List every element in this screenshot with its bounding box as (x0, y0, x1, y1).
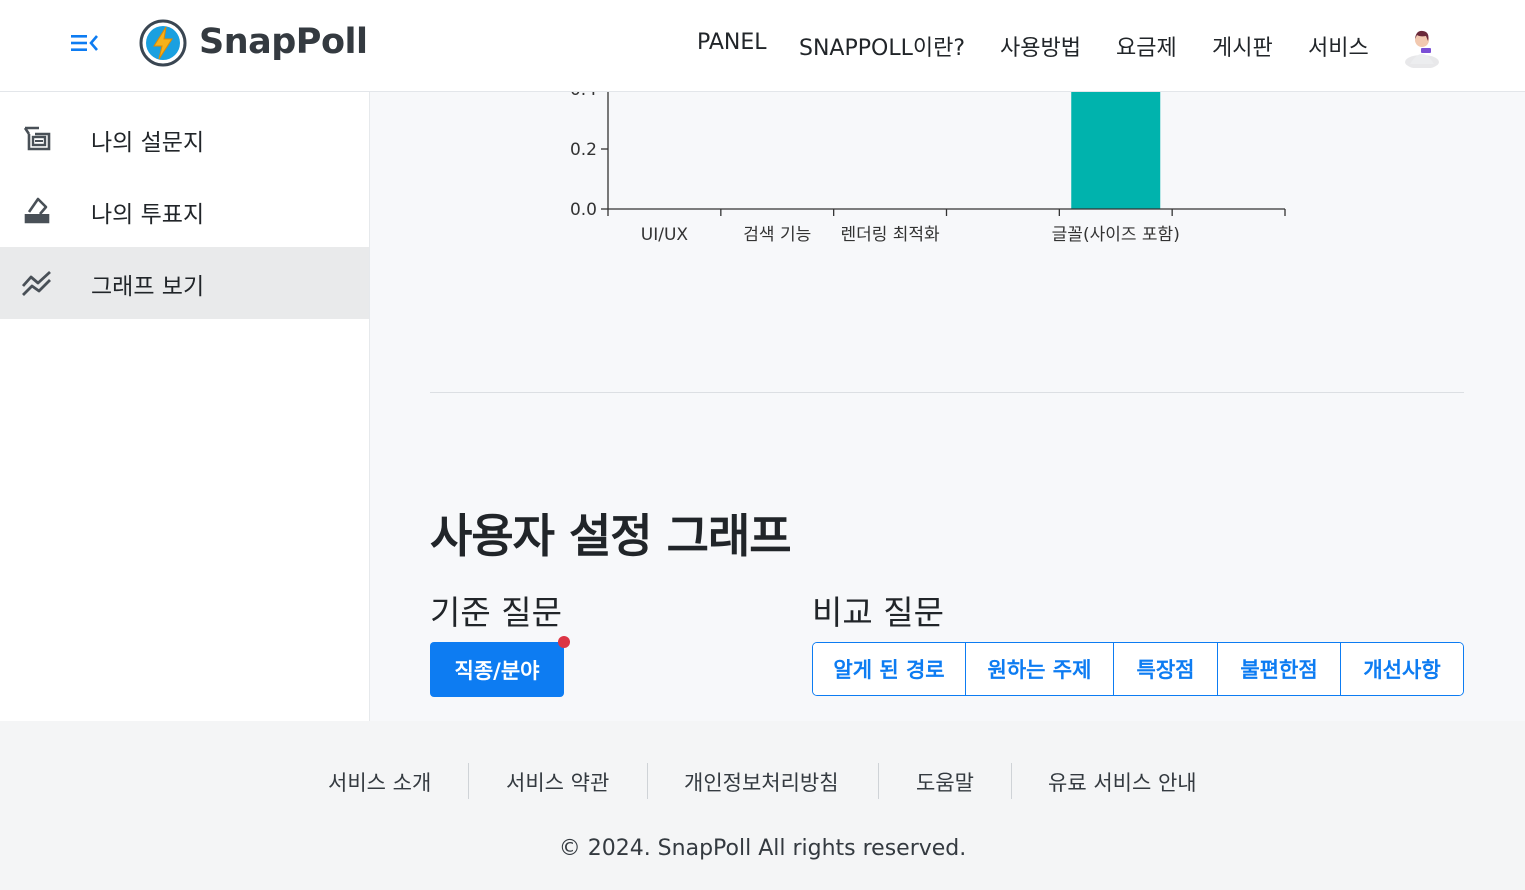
footer-link-terms[interactable]: 서비스 약관 (506, 767, 609, 797)
chart-x-tick-label: 렌더링 최적화 (840, 225, 940, 245)
section-divider (430, 392, 1464, 393)
footer-separator (1011, 763, 1012, 799)
menu-toggle-icon[interactable] (70, 32, 100, 54)
compare-button-source[interactable]: 알게 된 경로 (813, 643, 966, 695)
footer-link-paid-service[interactable]: 유료 서비스 안내 (1048, 767, 1197, 797)
notification-dot (558, 636, 570, 648)
compare-button-improvements[interactable]: 개선사항 (1341, 643, 1463, 695)
nav-board[interactable]: 게시판 (1212, 30, 1273, 62)
compare-question-label: 비교 질문 (812, 593, 944, 632)
sidebar-item-my-votes[interactable]: 나의 투표지 (0, 175, 369, 247)
sidebar-item-label: 나의 투표지 (91, 202, 205, 228)
compare-button-inconvenience[interactable]: 불편한점 (1218, 643, 1341, 695)
chart-x-tick-label: 검색 기능 (743, 225, 811, 245)
sidebar-item-graphs[interactable]: 그래프 보기 (0, 247, 369, 319)
bar-chart: 0.0 0.2 0.4 UI/UX 검색 기능 렌더링 최적화 글꼴(사이즈 포함) (570, 92, 1286, 245)
copyright: © 2024. SnapPoll All rights reserved. (558, 836, 967, 861)
chart-y-tick-label: 0.2 (570, 140, 597, 160)
top-header: SnapPoll PANEL SNAPPOLL이란? 사용방법 요금제 게시판 … (0, 0, 1525, 92)
compare-button-topic[interactable]: 원하는 주제 (966, 643, 1114, 695)
base-question-button[interactable]: 직종/분야 (430, 642, 564, 697)
brand-name[interactable]: SnapPoll (199, 22, 368, 62)
base-question-label: 기준 질문 (430, 593, 562, 632)
user-avatar[interactable] (1402, 22, 1442, 69)
logo-icon[interactable] (139, 19, 187, 67)
section-title: 사용자 설정 그래프 (430, 509, 792, 563)
chart-y-tick-label: 0.4 (570, 92, 597, 100)
footer-link-privacy[interactable]: 개인정보처리방침 (684, 767, 839, 797)
nav-pricing[interactable]: 요금제 (1116, 30, 1177, 62)
chart-y-tick-label: 0.0 (570, 200, 597, 220)
nav-panel[interactable]: PANEL (697, 30, 767, 55)
sidebar-item-label: 그래프 보기 (91, 274, 205, 300)
chart-bar (1071, 92, 1161, 209)
footer-links: 서비스 소개 서비스 약관 개인정보처리방침 도움말 유료 서비스 안내 (0, 763, 1525, 803)
footer-link-about[interactable]: 서비스 소개 (328, 767, 431, 797)
footer-link-help[interactable]: 도움말 (916, 767, 974, 797)
graph-icon (21, 266, 53, 298)
chart-x-tick-label: UI/UX (641, 225, 689, 245)
footer-separator (647, 763, 648, 799)
main-content: 0.0 0.2 0.4 UI/UX 검색 기능 렌더링 최적화 글꼴(사이즈 포함) 사용자… (370, 92, 1525, 721)
sidebar-item-my-surveys[interactable]: 나의 설문지 (0, 103, 369, 175)
compare-button-features[interactable]: 특장점 (1114, 643, 1218, 695)
sidebar-item-label: 나의 설문지 (91, 130, 205, 156)
footer-separator (468, 763, 469, 799)
sidebar: 나의 설문지 나의 투표지 그래프 보기 (0, 92, 370, 721)
nav-usage[interactable]: 사용방법 (1000, 30, 1081, 62)
vote-icon (21, 194, 53, 226)
footer: 서비스 소개 서비스 약관 개인정보처리방침 도움말 유료 서비스 안내 © 2… (0, 721, 1525, 890)
nav-service[interactable]: 서비스 (1308, 30, 1369, 62)
footer-separator (878, 763, 879, 799)
chart-x-tick-label: 글꼴(사이즈 포함) (1052, 225, 1180, 245)
nav-about[interactable]: SNAPPOLL이란? (799, 30, 965, 62)
survey-icon (21, 122, 53, 154)
compare-question-group: 알게 된 경로 원하는 주제 특장점 불편한점 개선사항 (812, 642, 1464, 696)
